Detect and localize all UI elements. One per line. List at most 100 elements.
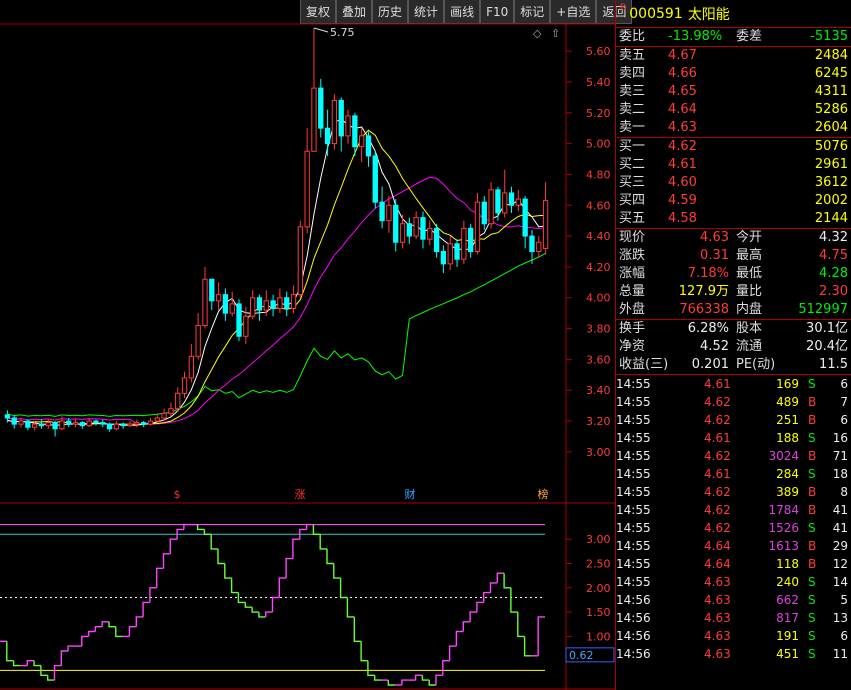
tick-row[interactable]: 14:55 4.62 251 B 6 — [616, 411, 851, 429]
bid-volume: 5076 — [814, 139, 848, 154]
ask-row[interactable]: 卖二 4.64 5286 — [616, 101, 851, 119]
tick-price: 4.61 — [704, 377, 731, 391]
quote-value: 766338 — [679, 302, 729, 317]
ask-label: 卖二 — [619, 102, 646, 117]
tick-count: 71 — [832, 449, 848, 463]
candle-body — [209, 278, 215, 302]
bid-row[interactable]: 买五 4.58 2144 — [616, 210, 851, 228]
tick-time: 14:55 — [616, 467, 651, 481]
tick-volume: 251 — [776, 413, 799, 427]
osc-step — [292, 538, 300, 559]
ask-price: 4.65 — [668, 84, 697, 99]
tick-side: S — [808, 575, 816, 589]
osc-step — [346, 597, 355, 618]
candle-body — [304, 150, 310, 228]
ask-label: 卖五 — [619, 48, 646, 63]
ask-price: 4.67 — [668, 48, 697, 63]
candle-body — [59, 420, 65, 430]
candle-body — [222, 294, 229, 314]
candle-body — [536, 241, 542, 252]
event-marker: 财 — [405, 487, 416, 501]
quote-value: 127.9万 — [678, 284, 729, 299]
tick-row[interactable]: 14:55 4.63 240 S 14 — [616, 573, 851, 591]
osc-step — [12, 660, 21, 667]
tick-row[interactable]: 14:56 4.63 191 S 6 — [616, 627, 851, 645]
osc-step — [258, 612, 266, 618]
tick-count: 18 — [832, 467, 848, 481]
weibi-label: 委比 — [619, 29, 646, 44]
osc-current-value: 0.62 — [569, 649, 594, 662]
tick-row[interactable]: 14:55 4.64 1613 B 29 — [616, 537, 851, 555]
fund-label: 净资 — [619, 339, 646, 354]
tick-count: 29 — [832, 539, 848, 553]
stock-terminal: 复权 叠加 历史 统计 画线 F10 标记 +自选 返回 ◇ ⇧ 5.60 5.40 5.20 5.00 4… — [0, 0, 851, 690]
fund-label: 股本 — [736, 321, 763, 336]
y-tick-label: 5.00 — [586, 138, 611, 151]
bid-price: 4.62 — [668, 139, 697, 154]
tick-side: B — [808, 503, 817, 517]
fund-label: 换手 — [619, 321, 646, 336]
candle-body — [352, 115, 358, 148]
tick-time: 14:55 — [616, 557, 651, 571]
candle-body — [338, 99, 344, 137]
osc-step — [265, 611, 273, 617]
y-tick-label: 5.60 — [586, 45, 611, 58]
ask-volume: 2484 — [814, 48, 848, 63]
osc-step — [503, 573, 511, 589]
tick-count: 6 — [840, 377, 848, 391]
bid-row[interactable]: 买二 4.61 2961 — [616, 156, 851, 174]
osc-step — [489, 582, 498, 593]
quote-label: 涨幅 — [619, 266, 646, 281]
tick-row[interactable]: 14:55 4.61 284 S 18 — [616, 465, 851, 483]
tick-row[interactable]: 14:55 4.62 1526 S 41 — [616, 519, 851, 537]
bid-row[interactable]: 买三 4.60 3612 — [616, 174, 851, 192]
tick-row[interactable]: 14:55 4.61 169 S 6 — [616, 375, 851, 393]
tick-row[interactable]: 14:55 4.61 188 S 16 — [616, 429, 851, 447]
osc-step — [162, 553, 171, 569]
candle-body — [134, 422, 140, 425]
bid-row[interactable]: 买一 4.62 5076 — [616, 138, 851, 156]
tick-count: 41 — [832, 503, 848, 517]
bid-row[interactable]: 买四 4.59 2002 — [616, 192, 851, 210]
candle-body — [195, 324, 201, 357]
candle-body — [18, 420, 24, 425]
tick-volume: 1526 — [768, 521, 799, 535]
candle-body — [79, 422, 85, 427]
quote-value: 4.28 — [819, 266, 848, 281]
osc-step — [53, 664, 62, 681]
osc-step — [319, 534, 327, 550]
tick-row[interactable]: 14:55 4.62 1784 B 41 — [616, 501, 851, 519]
fund-value: 30.1亿 — [806, 321, 848, 336]
tick-row[interactable]: 14:55 4.62 489 B 7 — [616, 393, 851, 411]
candle-body — [393, 204, 399, 243]
candle-body — [106, 423, 113, 430]
ask-row[interactable]: 卖三 4.65 4311 — [616, 83, 851, 101]
candle-body — [45, 422, 51, 427]
tick-side: S — [808, 431, 816, 445]
tick-volume: 118 — [776, 557, 799, 571]
osc-step — [326, 548, 334, 565]
osc-step — [271, 596, 280, 613]
tick-row[interactable]: 14:55 4.64 118 B 12 — [616, 555, 851, 573]
ask-row[interactable]: 卖五 4.67 2484 — [616, 47, 851, 65]
tick-row[interactable]: 14:55 4.62 3024 B 71 — [616, 447, 851, 465]
fund-value: 6.28% — [687, 321, 729, 336]
quote-stats: 现价 4.63 今开 4.32 涨跌 0.31 最高 4.75 涨幅 7.18% 最低 4.28 总量 1… — [616, 229, 851, 319]
osc-step — [224, 563, 232, 579]
tick-row[interactable]: 14:56 4.63 662 S 5 — [616, 591, 851, 609]
osc-step — [374, 675, 382, 681]
tick-side: S — [808, 521, 816, 535]
ask-row[interactable]: 卖一 4.63 2604 — [616, 119, 851, 137]
fund-value: 20.4亿 — [806, 339, 848, 354]
quote-row: 涨跌 0.31 最高 4.75 — [616, 247, 851, 265]
ask-row[interactable]: 卖四 4.66 6245 — [616, 65, 851, 83]
tick-row[interactable]: 14:56 4.63 451 S 11 — [616, 645, 851, 663]
fund-label: PE(动) — [736, 357, 776, 372]
quote-label: 最低 — [736, 266, 763, 281]
tick-row[interactable]: 14:55 4.62 389 B 8 — [616, 483, 851, 501]
kline-chart[interactable]: ◇ ⇧ 5.60 5.40 5.20 5.00 4.80 4.60 4.40 4.20 4.00 3.… — [0, 0, 615, 690]
tick-row[interactable]: 14:56 4.63 817 S 13 — [616, 609, 851, 627]
tick-list[interactable]: 14:55 4.61 169 S 6 14:55 4.62 489 B 7 14:55 4.62 251… — [616, 375, 851, 663]
fund-row: 收益(三) 0.201 PE(动) 11.5 — [616, 356, 851, 374]
bid-label: 买二 — [619, 157, 646, 172]
